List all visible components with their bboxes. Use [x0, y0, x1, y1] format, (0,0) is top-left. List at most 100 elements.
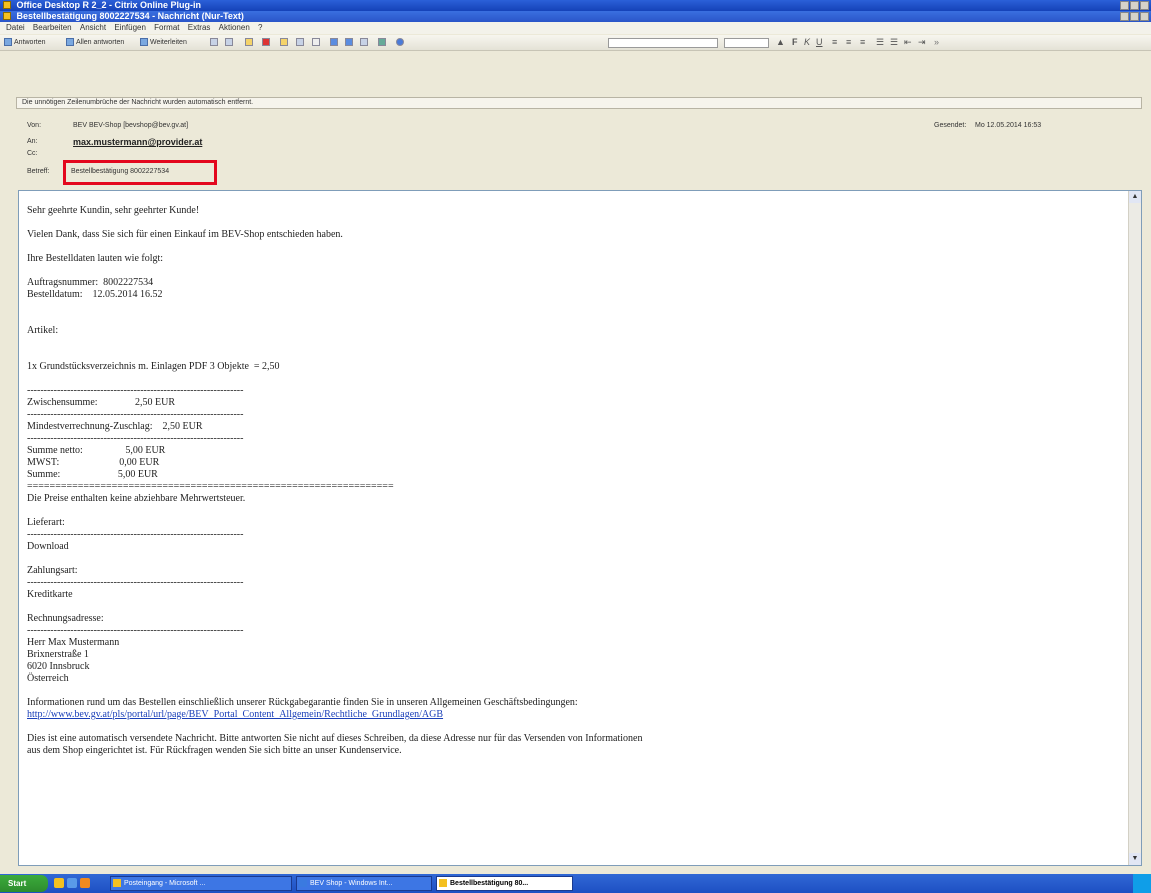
- terms-text: Informationen rund um das Bestellen eins…: [27, 697, 578, 708]
- close-button[interactable]: [1140, 1, 1149, 10]
- double-divider: ========================================…: [27, 481, 394, 492]
- order-date: Bestelldatum: 12.05.2014 16.52: [27, 289, 163, 300]
- outer-window-controls: [1120, 1, 1149, 10]
- divider: ----------------------------------------…: [27, 385, 244, 396]
- italic-icon[interactable]: K: [804, 37, 810, 47]
- auto-note-line-2: aus dem Shop eingerichtet ist. Für Rückf…: [27, 745, 402, 756]
- print-icon[interactable]: [210, 38, 218, 46]
- payment-label: Zahlungsart:: [27, 565, 78, 576]
- toolbar-overflow-icon[interactable]: »: [934, 37, 939, 47]
- reply-button[interactable]: Antworten: [4, 37, 46, 48]
- toolbar: Antworten Allen antworten Weiterleiten ▲…: [0, 35, 1151, 51]
- next-item-icon[interactable]: [345, 38, 353, 46]
- message-minimize-button[interactable]: [1120, 12, 1129, 21]
- categorize-icon[interactable]: [245, 38, 253, 46]
- menu-einfuegen[interactable]: Einfügen: [114, 23, 146, 32]
- net-sum-line: Summe netto: 5,00 EUR: [27, 445, 166, 456]
- minimize-button[interactable]: [1120, 1, 1129, 10]
- font-color-icon[interactable]: ▲: [776, 37, 785, 47]
- to-value[interactable]: max.mustermann@provider.at: [73, 137, 202, 147]
- delete-icon[interactable]: [312, 38, 320, 46]
- browser-icon: [299, 879, 307, 887]
- taskbar: Start Posteingang - Microsoft ... BEV Sh…: [0, 874, 1151, 893]
- address-country: Österreich: [27, 673, 69, 684]
- vertical-scrollbar[interactable]: ▲ ▼: [1128, 191, 1141, 865]
- contacts-icon[interactable]: [280, 38, 288, 46]
- thanks-line: Vielen Dank, dass Sie sich für einen Ein…: [27, 229, 343, 240]
- message-window-title: Bestellbestätigung 8002227534 - Nachrich…: [16, 11, 244, 21]
- quicklaunch-desktop-icon[interactable]: [67, 878, 77, 888]
- menu-extras[interactable]: Extras: [188, 23, 211, 32]
- start-button[interactable]: Start: [0, 875, 48, 892]
- scroll-down-arrow-icon[interactable]: ▼: [1129, 853, 1141, 865]
- numbered-list-icon[interactable]: ☰: [876, 37, 884, 48]
- address-city: 6020 Innsbruck: [27, 661, 90, 672]
- quicklaunch-explorer-icon[interactable]: [54, 878, 64, 888]
- from-label: Von:: [27, 122, 42, 129]
- menu-datei[interactable]: Datei: [6, 23, 25, 32]
- citrix-icon: [3, 1, 11, 9]
- from-value[interactable]: BEV BEV-Shop [bevshop@bev.gv.at]: [73, 122, 188, 129]
- previous-item-icon[interactable]: [330, 38, 338, 46]
- font-size-icon[interactable]: [360, 38, 368, 46]
- message-text: Sehr geehrte Kundin, sehr geehrter Kunde…: [27, 193, 642, 757]
- forward-button[interactable]: Weiterleiten: [140, 37, 187, 48]
- menu-help[interactable]: ?: [258, 23, 262, 32]
- bullet-list-icon[interactable]: ☰: [890, 37, 898, 48]
- task-posteingang[interactable]: Posteingang - Microsoft ...: [110, 876, 292, 891]
- system-tray[interactable]: [1133, 874, 1151, 893]
- payment-value: Kreditkarte: [27, 589, 73, 600]
- cc-label: Cc:: [27, 150, 38, 157]
- increase-indent-icon[interactable]: ⇥: [918, 37, 926, 48]
- menu-format[interactable]: Format: [154, 23, 179, 32]
- outer-window-titlebar[interactable]: Office Desktop R 2_2 - Citrix Online Plu…: [0, 0, 1151, 11]
- menu-ansicht[interactable]: Ansicht: [80, 23, 106, 32]
- junk-icon[interactable]: [296, 38, 304, 46]
- divider: ----------------------------------------…: [27, 577, 244, 588]
- reply-all-button[interactable]: Allen antworten: [66, 37, 124, 48]
- to-label: An:: [27, 138, 38, 145]
- vat-line: MWST: 0,00 EUR: [27, 457, 160, 468]
- subject-highlight-box: [63, 160, 217, 185]
- divider: ----------------------------------------…: [27, 433, 244, 444]
- message-close-button[interactable]: [1140, 12, 1149, 21]
- message-body[interactable]: Sehr geehrte Kundin, sehr geehrter Kunde…: [18, 190, 1142, 866]
- underline-icon[interactable]: U: [816, 37, 823, 47]
- message-maximize-button[interactable]: [1130, 12, 1139, 21]
- scroll-up-arrow-icon[interactable]: ▲: [1129, 191, 1141, 203]
- divider: ----------------------------------------…: [27, 625, 244, 636]
- terms-link[interactable]: http://www.bev.gv.at/pls/portal/url/page…: [27, 709, 443, 720]
- quicklaunch-outlook-icon[interactable]: [80, 878, 90, 888]
- sent-label: Gesendet:: [934, 122, 967, 129]
- mark-icon[interactable]: [378, 38, 386, 46]
- greeting: Sehr geehrte Kundin, sehr geehrter Kunde…: [27, 205, 200, 216]
- billing-label: Rechnungsadresse:: [27, 613, 104, 624]
- reply-all-icon: [66, 38, 74, 47]
- bold-icon[interactable]: F: [792, 37, 798, 47]
- move-icon[interactable]: [225, 38, 233, 46]
- sent-value: Mo 12.05.2014 16:53: [975, 122, 1042, 129]
- article-line: 1x Grundstücksverzeichnis m. Einlagen PD…: [27, 361, 280, 372]
- menu-bar: Datei Bearbeiten Ansicht Einfügen Format…: [0, 22, 1151, 34]
- font-size-select[interactable]: [724, 38, 769, 48]
- auto-note-line-1: Dies ist eine automatisch versendete Nac…: [27, 733, 643, 744]
- forward-icon: [140, 38, 148, 47]
- task-bev-shop[interactable]: BEV Shop - Windows Int...: [296, 876, 432, 891]
- menu-aktionen[interactable]: Aktionen: [219, 23, 250, 32]
- subject-label: Betreff:: [27, 168, 50, 175]
- task-bestellbestaetigung[interactable]: Bestellbestätigung 80...: [436, 876, 573, 891]
- total-line: Summe: 5,00 EUR: [27, 469, 158, 480]
- min-charge-line: Mindestverrechnung-Zuschlag: 2,50 EUR: [27, 421, 203, 432]
- menu-bearbeiten[interactable]: Bearbeiten: [33, 23, 72, 32]
- font-name-select[interactable]: [608, 38, 718, 48]
- align-center-icon[interactable]: ≡: [846, 37, 851, 47]
- align-right-icon[interactable]: ≡: [860, 37, 865, 47]
- info-bar[interactable]: Die unnötigen Zeilenumbrüche der Nachric…: [16, 97, 1142, 109]
- message-window-titlebar[interactable]: Bestellbestätigung 8002227534 - Nachrich…: [0, 11, 1151, 22]
- help-icon[interactable]: [396, 38, 404, 46]
- intro-line: Ihre Bestelldaten lauten wie folgt:: [27, 253, 164, 264]
- flag-icon[interactable]: [262, 38, 270, 46]
- maximize-button[interactable]: [1130, 1, 1139, 10]
- align-left-icon[interactable]: ≡: [832, 37, 837, 47]
- decrease-indent-icon[interactable]: ⇤: [904, 37, 912, 48]
